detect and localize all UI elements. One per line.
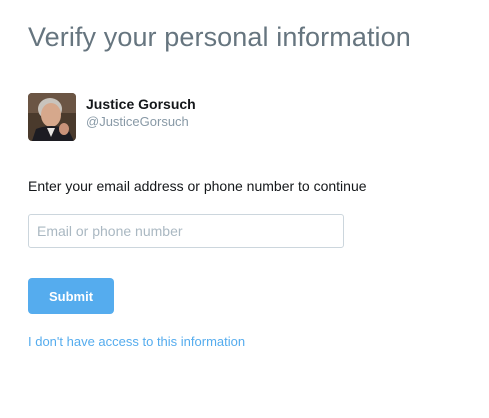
verify-page: Verify your personal information Justice… [0, 0, 489, 418]
email-or-phone-input[interactable] [28, 214, 344, 248]
display-name: Justice Gorsuch [86, 96, 196, 112]
no-access-link[interactable]: I don't have access to this information [28, 334, 245, 349]
avatar-photo [28, 93, 76, 141]
submit-button[interactable]: Submit [28, 278, 114, 314]
account-handle: @JusticeGorsuch [86, 114, 189, 129]
page-title: Verify your personal information [28, 22, 411, 52]
instruction-text: Enter your email address or phone number… [28, 178, 367, 194]
avatar [28, 93, 76, 141]
